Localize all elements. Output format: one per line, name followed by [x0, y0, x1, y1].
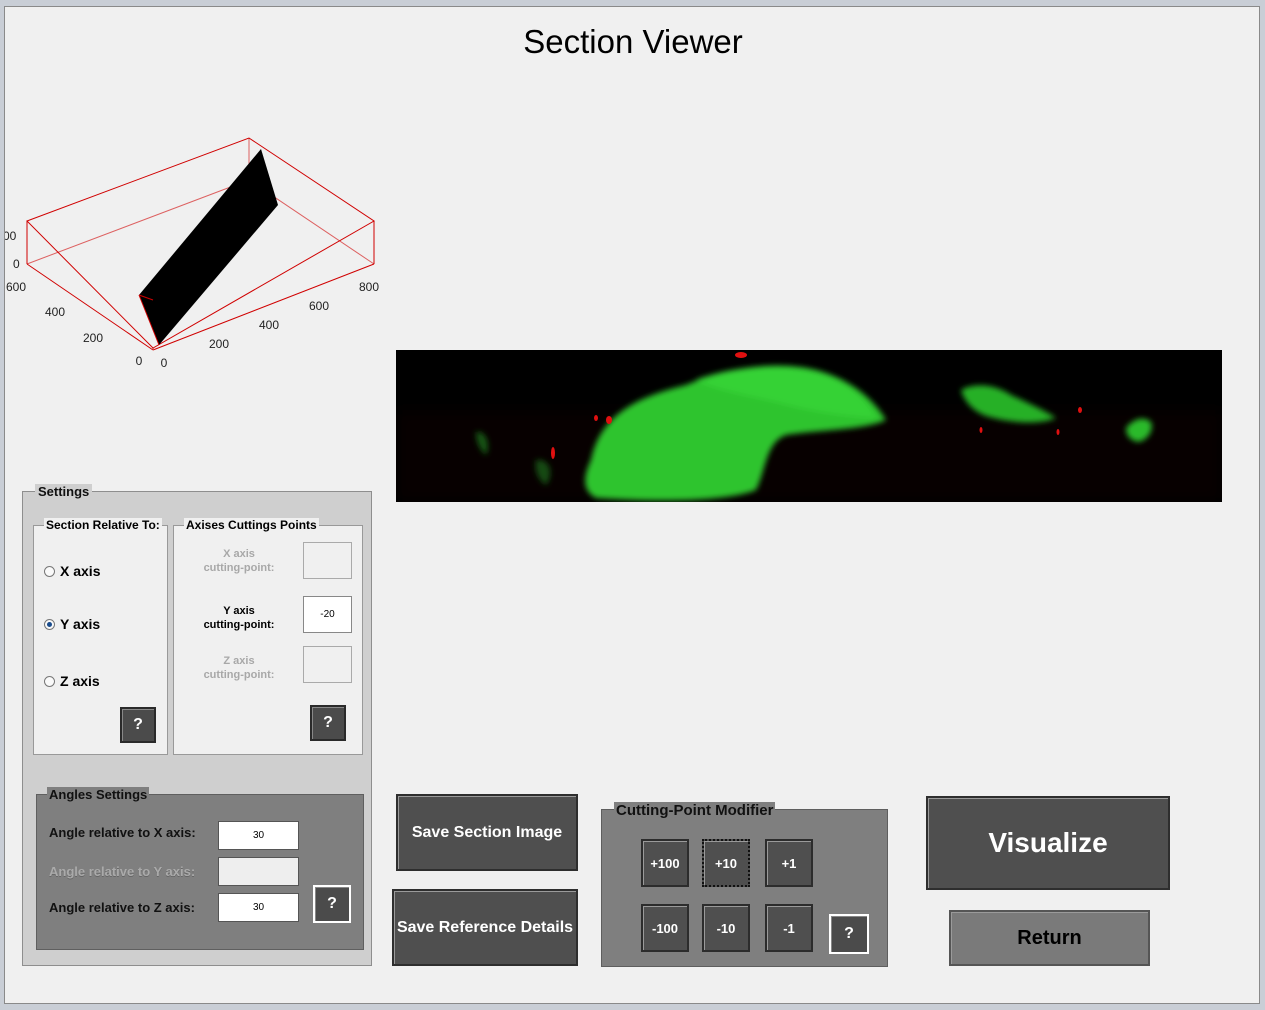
save-reference-details-button[interactable]: Save Reference Details [392, 889, 578, 966]
plot-x-tick-label: 0 [161, 356, 168, 370]
plot-x-tick-label: 600 [309, 299, 329, 313]
radio-x-label: X axis [60, 563, 101, 579]
x-cutting-point-input[interactable] [303, 542, 352, 579]
plot-y-tick-label: 400 [45, 305, 65, 319]
plot-y-tick-label: 0 [136, 354, 143, 368]
radio-y-button[interactable] [44, 618, 55, 630]
x-cutting-label-line2: cutting-point: [203, 562, 275, 574]
plot-y-tick-label: 200 [83, 331, 103, 345]
modifier-plus-100-button[interactable]: +100 [641, 839, 689, 887]
angles-help-button[interactable]: ? [313, 885, 351, 923]
cutting-points-help-button[interactable]: ? [310, 705, 346, 741]
z-cutting-label: Z axis cutting-point: [179, 654, 299, 682]
y-cutting-label-line1: Y axis [223, 605, 255, 617]
y-cutting-label: Y axis cutting-point: [179, 604, 299, 632]
radio-z-button[interactable] [44, 675, 55, 687]
x-cutting-label: X axis cutting-point: [179, 547, 299, 575]
section-relative-title: Section Relative To: [44, 518, 162, 532]
z-cutting-label-line1: Z axis [223, 655, 255, 667]
radio-y-axis[interactable]: Y axis [44, 616, 100, 632]
radio-x-button[interactable] [44, 565, 55, 577]
modifier-plus-10-button[interactable]: +10 [702, 839, 750, 887]
angle-z-label: Angle relative to Z axis: [49, 900, 195, 915]
save-section-image-button[interactable]: Save Section Image [396, 794, 578, 871]
angle-z-input[interactable]: 30 [218, 893, 299, 922]
cutting-points-group: Axises Cuttings Points X axis cutting-po… [173, 518, 363, 755]
plot-z-tick-label: 0 [13, 257, 20, 271]
section-viewer-window: Section Viewer 0 200 400 600 800 0 200 400 600 0 0… [4, 6, 1260, 1004]
angles-settings-title: Angles Settings [47, 787, 150, 802]
radio-z-axis[interactable]: Z axis [44, 673, 100, 689]
angles-settings-group: Angles Settings Angle relative to X axis… [36, 787, 364, 950]
radio-y-label: Y axis [60, 616, 101, 632]
y-cutting-point-input[interactable]: -20 [303, 596, 352, 633]
modifier-minus-1-button[interactable]: -1 [765, 904, 813, 952]
plot-x-tick-label: 800 [359, 280, 379, 294]
plot-x-tick-label: 400 [259, 318, 279, 332]
angle-y-input[interactable] [218, 857, 299, 886]
z-cutting-point-input[interactable] [303, 646, 352, 683]
modifier-help-button[interactable]: ? [829, 914, 869, 954]
section-image [396, 350, 1222, 502]
section-relative-group: Section Relative To: X axis Y axis Z axi… [33, 518, 168, 755]
plot-z-tick-label: 00 [5, 229, 17, 243]
visualize-button[interactable]: Visualize [926, 796, 1170, 890]
angle-x-input[interactable]: 30 [218, 821, 299, 850]
settings-title: Settings [35, 484, 93, 499]
modifier-minus-10-button[interactable]: -10 [702, 904, 750, 952]
plot-y-tick-label: 600 [6, 280, 26, 294]
cutting-points-title: Axises Cuttings Points [184, 518, 319, 532]
3d-section-plot: 02004006008000200400600000 [5, 137, 379, 370]
modifier-minus-100-button[interactable]: -100 [641, 904, 689, 952]
section-image-render [396, 350, 1222, 502]
angle-y-label: Angle relative to Y axis: [49, 864, 196, 879]
settings-panel: Settings Section Relative To: X axis Y a… [22, 484, 372, 966]
window-title: Section Viewer [523, 23, 743, 60]
angle-x-label: Angle relative to X axis: [49, 825, 196, 840]
cutting-point-modifier-group: Cutting-Point Modifier +100 +10 +1 -100 … [601, 802, 888, 967]
modifier-plus-1-button[interactable]: +1 [765, 839, 813, 887]
z-cutting-label-line2: cutting-point: [203, 669, 275, 681]
plot-x-tick-label: 200 [209, 337, 229, 351]
radio-x-axis[interactable]: X axis [44, 563, 100, 579]
section-relative-help-button[interactable]: ? [120, 707, 156, 743]
y-cutting-label-line2: cutting-point: [203, 619, 275, 631]
radio-z-label: Z axis [60, 673, 100, 689]
modifier-title: Cutting-Point Modifier [614, 802, 776, 819]
x-cutting-label-line1: X axis [223, 548, 255, 560]
return-button[interactable]: Return [949, 910, 1150, 966]
